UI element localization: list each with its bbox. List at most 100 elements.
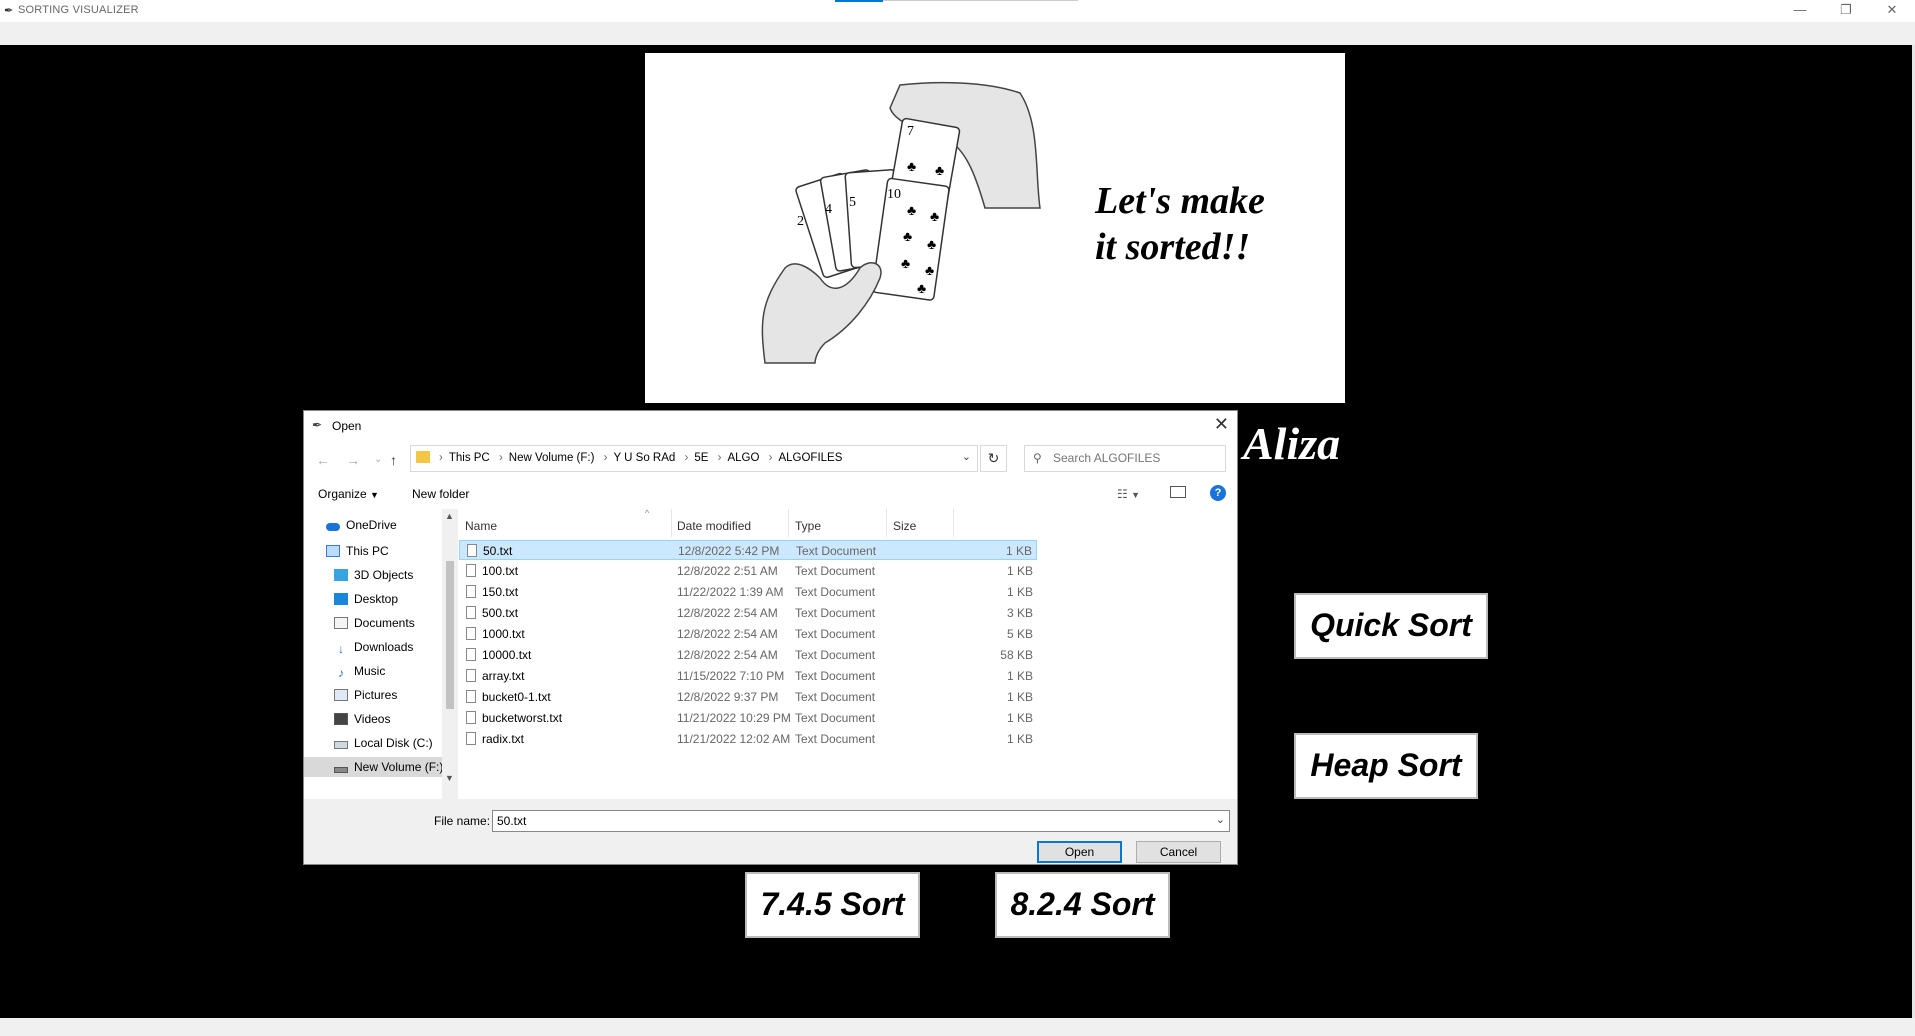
cancel-button[interactable]: Cancel xyxy=(1136,841,1221,863)
nav-item-videos[interactable]: Videos xyxy=(334,709,390,729)
nav-item-label: 3D Objects xyxy=(354,568,414,582)
file-date: 12/8/2022 5:42 PM xyxy=(678,544,780,558)
breadcrumb-item[interactable]: Y U So RAd xyxy=(613,452,675,464)
quick-sort-button[interactable]: Quick Sort xyxy=(1294,593,1488,659)
organize-button[interactable]: Organize ▼ xyxy=(318,487,379,501)
nav-item-this-pc[interactable]: This PC xyxy=(326,541,389,561)
file-name: 50.txt xyxy=(483,544,513,558)
refresh-icon[interactable]: ↻ xyxy=(980,445,1007,472)
banner-panel: 2 4 5 7 10 ♣ ♣ ♣ ♣ ♣ ♣ ♣ ♣ ♣ Let's make it s… xyxy=(645,53,1345,403)
chevron-down-icon[interactable]: ⌄ xyxy=(1216,813,1225,826)
chevron-up-icon[interactable]: ▲ xyxy=(445,511,454,521)
file-row[interactable]: 100.txt 12/8/2022 2:51 AM Text Document 1 K… xyxy=(459,561,1037,581)
file-type: Text Document xyxy=(795,669,876,683)
column-header-type[interactable]: Type xyxy=(795,519,821,533)
help-icon[interactable]: ? xyxy=(1210,485,1226,501)
filename-combobox[interactable]: ⌄ xyxy=(492,810,1230,832)
file-type: Text Document xyxy=(795,648,876,662)
file-row[interactable]: 500.txt 12/8/2022 2:54 AM Text Document 3 K… xyxy=(459,603,1037,623)
heap-sort-button[interactable]: Heap Sort xyxy=(1294,733,1478,799)
nav-scroll-thumb[interactable] xyxy=(446,561,454,709)
close-icon[interactable]: ✕ xyxy=(1869,0,1915,22)
filename-input[interactable] xyxy=(495,813,1199,829)
close-icon[interactable]: ✕ xyxy=(1214,414,1229,435)
nav-item-documents[interactable]: Documents xyxy=(334,613,415,633)
videos-icon xyxy=(334,713,348,725)
file-name: 1000.txt xyxy=(482,627,525,641)
minimize-icon[interactable]: — xyxy=(1777,0,1823,22)
column-header-size[interactable]: Size xyxy=(893,519,916,533)
nav-item-music[interactable]: ♪ Music xyxy=(334,661,385,681)
svg-text:♣: ♣ xyxy=(927,236,936,252)
file-row[interactable]: 10000.txt 12/8/2022 2:54 AM Text Document 5… xyxy=(459,645,1037,665)
cloud-icon xyxy=(326,523,340,531)
file-type: Text Document xyxy=(795,627,876,641)
breadcrumb-item[interactable]: New Volume (F:) xyxy=(509,452,595,464)
back-arrow-icon[interactable]: ← xyxy=(316,452,330,468)
restore-icon[interactable]: ❐ xyxy=(1823,0,1869,22)
address-bar[interactable]: › This PC › New Volume (F:) › Y U So RAd › 5… xyxy=(410,445,978,472)
file-row[interactable]: 50.txt 12/8/2022 5:42 PM Text Document 1 KB xyxy=(459,540,1037,560)
text-file-icon xyxy=(467,544,477,557)
new-folder-button[interactable]: New folder xyxy=(412,487,469,501)
chevron-down-icon[interactable]: ⌄ xyxy=(962,450,971,463)
breadcrumb-item[interactable]: 5E xyxy=(694,452,708,464)
file-row[interactable]: bucket0-1.txt 12/8/2022 9:37 PM Text Docum… xyxy=(459,687,1037,707)
file-type: Text Document xyxy=(795,732,876,746)
text-file-icon xyxy=(466,564,476,577)
file-list: Name ^ Date modified Type Size 50.txt 12/… xyxy=(459,508,1237,799)
breadcrumb: › This PC › New Volume (F:) › Y U So RAd › 5… xyxy=(439,452,843,464)
nav-item-label: OneDrive xyxy=(346,518,397,532)
nav-item-downloads[interactable]: ↓ Downloads xyxy=(334,637,413,657)
nav-item-3d-objects[interactable]: 3D Objects xyxy=(334,565,413,585)
svg-text:♣: ♣ xyxy=(907,158,916,174)
navigation-pane: OneDrive This PC 3D Objects Desktop Docu… xyxy=(304,509,459,799)
column-header-date[interactable]: Date modified xyxy=(677,519,751,533)
nav-item-label: Downloads xyxy=(354,640,414,654)
nav-item-pictures[interactable]: Pictures xyxy=(334,685,397,705)
nav-item-onedrive[interactable]: OneDrive xyxy=(326,515,397,535)
breadcrumb-item[interactable]: ALGOFILES xyxy=(778,452,842,464)
chevron-down-icon: ▼ xyxy=(370,490,379,500)
nav-item-local-disk[interactable]: Local Disk (C:) xyxy=(334,733,433,753)
nav-item-label: New Volume (F:) xyxy=(354,760,444,774)
forward-arrow-icon[interactable]: → xyxy=(346,452,360,468)
open-button[interactable]: Open xyxy=(1037,841,1122,863)
search-input[interactable] xyxy=(1051,450,1225,466)
file-size: 1 KB xyxy=(1006,690,1033,704)
recent-chevron-icon[interactable]: ⌄ xyxy=(374,454,382,465)
computer-icon xyxy=(326,545,340,557)
file-row[interactable]: 150.txt 11/22/2022 1:39 AM Text Document 1 … xyxy=(459,582,1037,602)
file-row[interactable]: bucketworst.txt 11/21/2022 10:29 PM Text D… xyxy=(459,708,1037,728)
breadcrumb-item[interactable]: This PC xyxy=(449,452,490,464)
nav-item-desktop[interactable]: Desktop xyxy=(334,589,398,609)
view-options-icon[interactable]: ☷ ▼ xyxy=(1117,487,1140,501)
sort-824-button[interactable]: 8.2.4 Sort xyxy=(995,872,1170,938)
nav-scrollbar[interactable]: ▲ ▼ xyxy=(442,509,458,799)
dialog-title: Open xyxy=(332,419,362,433)
file-row[interactable]: radix.txt 11/21/2022 12:02 AM Text Documen… xyxy=(459,729,1037,749)
banner-line2: it sorted!! xyxy=(1095,226,1251,268)
chevron-down-icon[interactable]: ▼ xyxy=(445,773,454,783)
nav-item-new-volume[interactable]: New Volume (F:) xyxy=(304,757,444,777)
card-5-label: 5 xyxy=(849,195,856,210)
up-arrow-icon[interactable]: ↑ xyxy=(390,452,397,468)
file-row[interactable]: 1000.txt 12/8/2022 2:54 AM Text Document 5 … xyxy=(459,624,1037,644)
column-divider xyxy=(788,509,789,537)
file-type: Text Document xyxy=(795,711,876,725)
file-name: bucketworst.txt xyxy=(482,711,563,725)
breadcrumb-item[interactable]: ALGO xyxy=(727,452,759,464)
banner-caption: Let's make it sorted!! xyxy=(1095,178,1335,270)
svg-text:♣: ♣ xyxy=(935,162,944,178)
file-row[interactable]: array.txt 11/15/2022 7:10 PM Text Document… xyxy=(459,666,1037,686)
preview-pane-icon[interactable] xyxy=(1170,486,1186,498)
dialog-footer: File name: ⌄ Open Cancel xyxy=(304,799,1237,864)
sort-745-button[interactable]: 7.4.5 Sort xyxy=(745,872,920,938)
menu-strip xyxy=(0,22,1915,45)
file-size: 1 KB xyxy=(1006,732,1033,746)
text-file-icon xyxy=(466,732,476,745)
file-date: 12/8/2022 9:37 PM xyxy=(677,690,779,704)
nav-item-label: Local Disk (C:) xyxy=(354,736,433,750)
file-size: 1 KB xyxy=(1005,544,1032,558)
column-header-name[interactable]: Name xyxy=(465,519,497,533)
